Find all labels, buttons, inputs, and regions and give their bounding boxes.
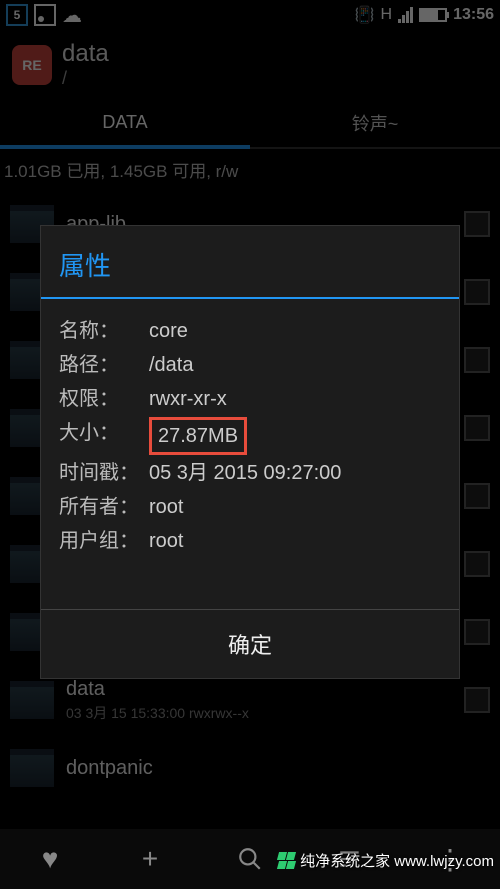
prop-label-size: 大小： [59, 417, 149, 455]
prop-value-name: core [149, 315, 188, 347]
prop-label-timestamp: 时间戳： [59, 457, 149, 489]
prop-value-size: 27.87MB [149, 417, 247, 455]
properties-dialog: 属性 名称：core 路径：/data 权限：rwxr-xr-x 大小：27.8… [40, 225, 460, 679]
prop-value-path: /data [149, 349, 193, 381]
prop-label-name: 名称： [59, 315, 149, 347]
watermark-logo-icon [278, 852, 296, 869]
prop-label-group: 用户组： [59, 525, 149, 557]
prop-value-timestamp: 05 3月 2015 09:27:00 [149, 457, 341, 489]
add-button[interactable]: + [100, 829, 200, 889]
prop-label-owner: 所有者： [59, 491, 149, 523]
prop-value-perm: rwxr-xr-x [149, 383, 227, 415]
ok-button[interactable]: 确定 [41, 609, 459, 678]
dialog-title: 属性 [41, 226, 459, 299]
search-icon [237, 846, 263, 872]
dialog-body: 名称：core 路径：/data 权限：rwxr-xr-x 大小：27.87MB… [41, 299, 459, 609]
prop-value-group: root [149, 525, 183, 557]
prop-label-perm: 权限： [59, 383, 149, 415]
prop-label-path: 路径： [59, 349, 149, 381]
modal-overlay: 属性 名称：core 路径：/data 权限：rwxr-xr-x 大小：27.8… [0, 0, 500, 889]
watermark: 纯净系统之家 www.lwjzy.com [278, 850, 494, 871]
prop-value-owner: root [149, 491, 183, 523]
watermark-text: 纯净系统之家 www.lwjzy.com [300, 850, 494, 871]
favorite-button[interactable]: ♥ [0, 829, 100, 889]
